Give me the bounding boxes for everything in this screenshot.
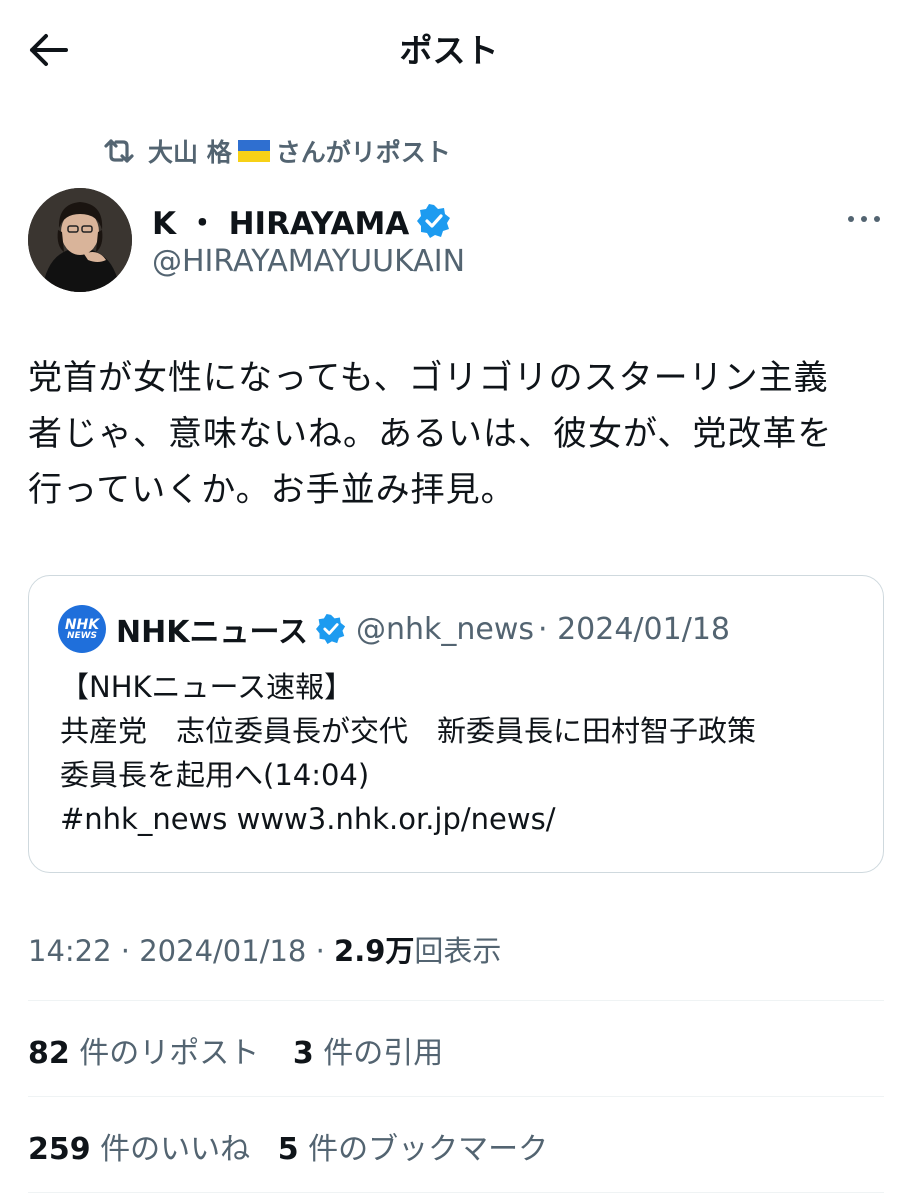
quoted-text-line: 共産党 志位委員長が交代 新委員長に田村智子政策 (60, 714, 757, 748)
quoted-text-line: 【NHKニュース速報】 (60, 670, 354, 704)
view-count: 2.9万 (334, 934, 415, 968)
like-bookmark-stats: 259 件のいいね 5 件のブックマーク (28, 1124, 548, 1168)
post-text-line: 者じゃ、意味ないね。あるいは、彼女が、党改革を (28, 414, 833, 454)
logo-text-top: NHK (64, 616, 100, 633)
repost-context[interactable]: 大山 格 さんがリポスト (102, 134, 451, 168)
post-text: 党首が女性になっても、ゴリゴリのスターリン主義 者じゃ、意味ないね。あるいは、彼… (28, 350, 888, 518)
more-options-icon[interactable] (846, 212, 882, 226)
reposts-stat[interactable]: 82 件のリポスト (28, 1036, 259, 1071)
verified-badge-icon (417, 203, 451, 238)
post-date[interactable]: 2024/01/18 (139, 934, 306, 968)
verified-badge-icon (315, 614, 346, 644)
like-label: 件のいいね (100, 1132, 251, 1167)
quoted-author-handle: @nhk_news (355, 611, 535, 647)
bookmark-count: 5 (277, 1132, 299, 1167)
repost-count: 82 (28, 1036, 70, 1071)
quoted-text-line: 委員長を起用へ(14:04) (60, 758, 370, 792)
view-label: 回表示 (414, 934, 502, 968)
repost-label: 件のリポスト (79, 1036, 260, 1071)
quoted-text-line: #nhk_news www3.nhk.or.jp/news/ (60, 802, 556, 836)
post-text-line: 党首が女性になっても、ゴリゴリのスターリン主義 (28, 358, 829, 398)
post-time[interactable]: 14:22 (28, 934, 112, 968)
repost-user-name: 大山 格 (148, 138, 232, 167)
quoted-post-header[interactable]: NHK NEWS NHKニュース @nhk_news · 2024/01/18 (58, 605, 730, 653)
post-meta: 14:22 · 2024/01/18 · 2.9万回表示 (28, 928, 501, 970)
ukraine-flag-icon (237, 140, 270, 162)
like-count: 259 (28, 1132, 91, 1167)
quotes-stat[interactable]: 3 件の引用 (293, 1036, 443, 1071)
page-title: ポスト (399, 31, 499, 70)
quoted-post-date: · 2024/01/18 (538, 611, 730, 647)
divider (28, 1096, 884, 1097)
repost-icon (104, 139, 134, 163)
avatar-photo (28, 188, 132, 292)
likes-stat[interactable]: 259 件のいいね (28, 1132, 250, 1167)
divider (28, 1000, 884, 1001)
separator: · (120, 934, 131, 968)
author-name-row[interactable]: K ・ HIRAYAMA (152, 198, 451, 243)
nhk-news-logo: NHK NEWS (58, 605, 106, 653)
post-text-line: 行っていくか。お手並み拝見。 (28, 470, 516, 510)
quoted-author-name: NHKニュース (116, 615, 308, 650)
logo-text-bottom: NEWS (66, 630, 98, 641)
quoted-post-text: 【NHKニュース速報】 共産党 志位委員長が交代 新委員長に田村智子政策 委員長… (60, 665, 870, 841)
separator: · (315, 934, 325, 968)
author-handle[interactable]: @HIRAYAMAYUUKAIN (152, 244, 465, 279)
repost-quote-stats: 82 件のリポスト 3 件の引用 (28, 1028, 443, 1072)
quote-count: 3 (292, 1036, 314, 1071)
author-avatar[interactable] (28, 188, 132, 292)
bookmark-label: 件のブックマーク (308, 1132, 549, 1167)
author-name: K ・ HIRAYAMA (152, 206, 410, 242)
repost-suffix: さんがリポスト (275, 138, 451, 167)
bookmarks-stat[interactable]: 5 件のブックマーク (278, 1132, 548, 1167)
quote-label: 件の引用 (323, 1036, 444, 1071)
divider (28, 1192, 884, 1193)
